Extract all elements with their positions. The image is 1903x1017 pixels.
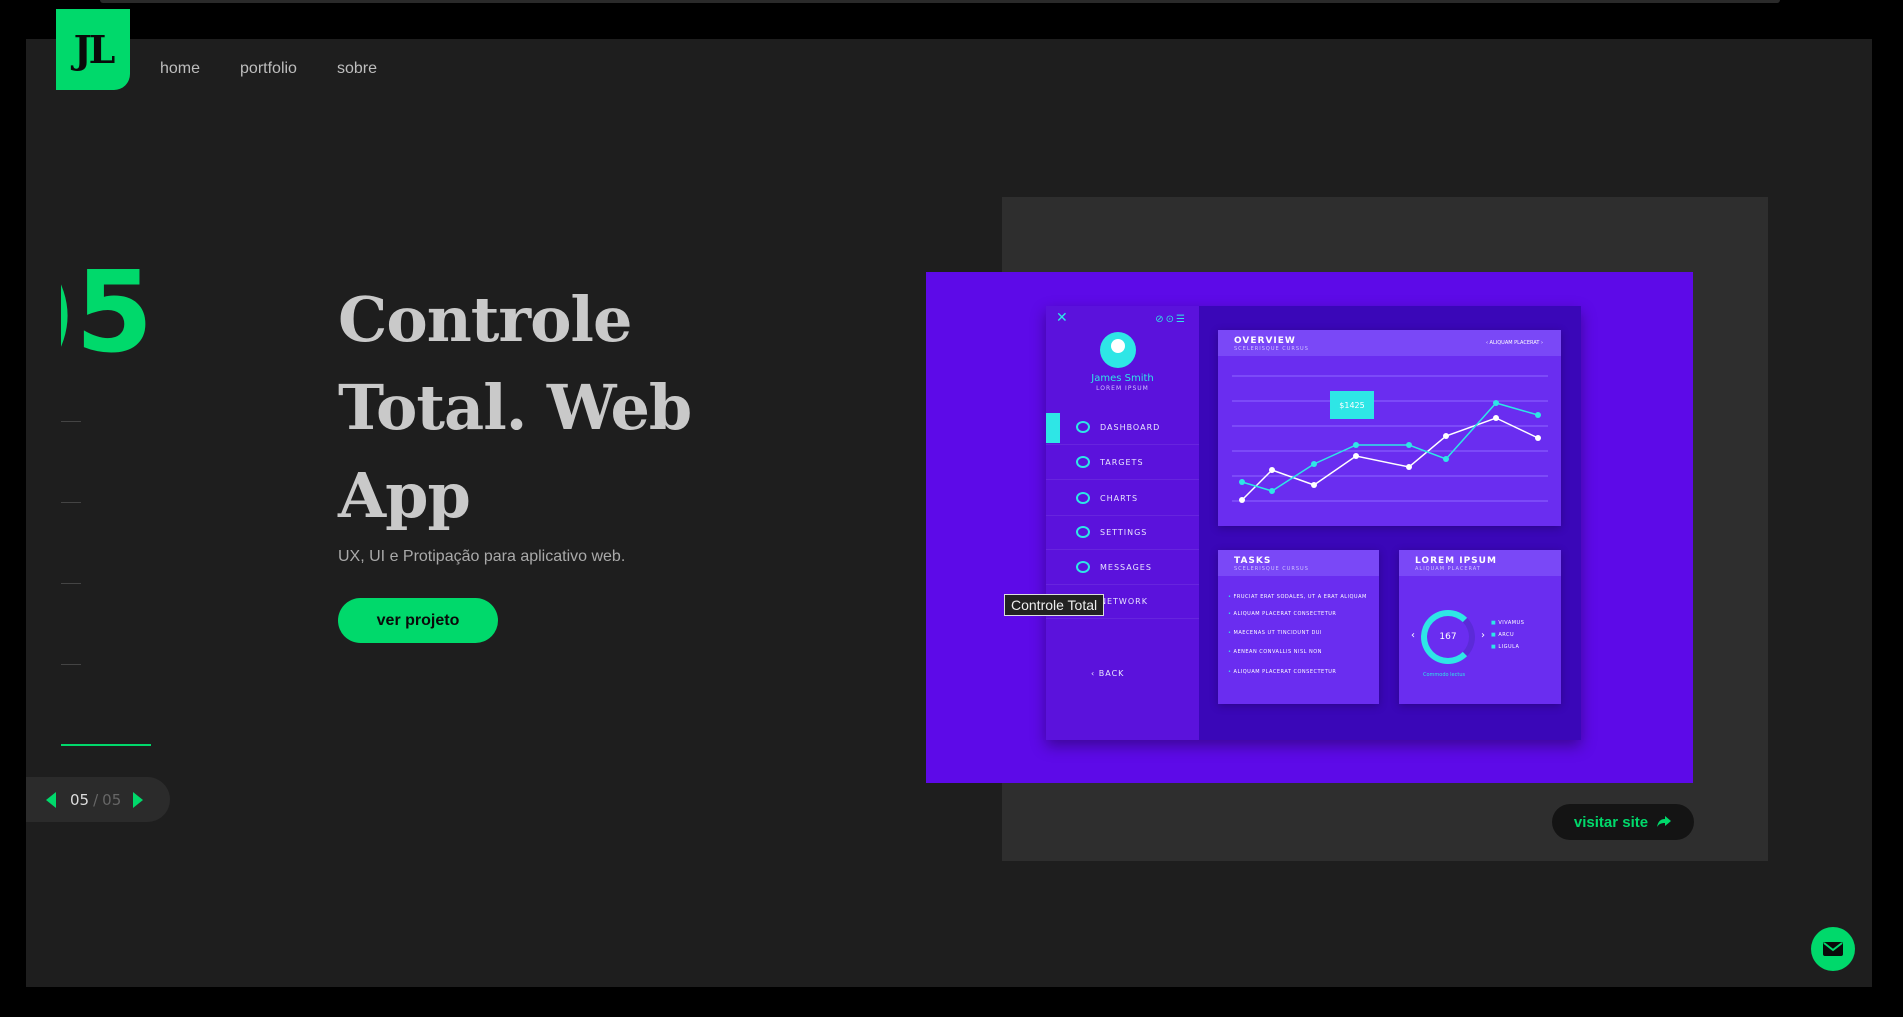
close-icon: ✕ <box>1056 310 1068 326</box>
mock-donut-caption: Commodo lectus <box>1423 672 1466 678</box>
chevron-left-icon: ‹ <box>1091 669 1099 678</box>
mock-legend-item: ARCU <box>1491 632 1514 638</box>
mock-menu-targets: TARGETS <box>1046 445 1199 480</box>
visit-site-label: visitar site <box>1573 813 1649 831</box>
triangle-right-icon[interactable] <box>133 791 144 808</box>
main-nav: home portfolio sobre <box>160 60 377 78</box>
slide-number: )5 <box>61 255 153 378</box>
view-project-button[interactable]: ver projeto <box>338 598 498 643</box>
mock-tasks-title: TASKS <box>1234 556 1272 566</box>
mock-task-item: ALIQUAM PLACERAT CONSECTETUR <box>1228 669 1336 675</box>
mock-user-name: James Smith <box>1091 373 1154 384</box>
mock-overview-nav: ‹ ALIQUAM PLACERAT › <box>1485 340 1543 346</box>
target-icon <box>1076 456 1090 468</box>
avatar <box>1100 332 1136 368</box>
mock-lorem-subtitle: ALIQUAM PLACERAT <box>1415 566 1481 572</box>
pager-separator: / <box>93 790 99 809</box>
gear-icon <box>1076 526 1090 538</box>
mock-menu-charts: CHARTS <box>1046 481 1199 516</box>
mock-overview-nav-label: ALIQUAM PLACERAT <box>1489 340 1540 346</box>
mock-price-tag: $1425 <box>1330 391 1374 419</box>
mock-donut: 167 <box>1421 610 1475 664</box>
mock-back: ‹ BACK <box>1091 669 1124 678</box>
mock-tasks-panel: TASKS SCELERISQUE CURSUS FRUCIAT ERAT SO… <box>1218 550 1379 704</box>
image-tooltip: Controle Total <box>1004 594 1105 616</box>
mock-overview-subtitle: SCELERISQUE CURSUS <box>1234 346 1309 352</box>
mock-menu-label: TARGETS <box>1100 457 1144 467</box>
mock-task-item: FRUCIAT ERAT SODALES, UT A ERAT ALIQUAM <box>1228 594 1367 600</box>
mock-menu-messages: MESSAGES <box>1046 550 1199 585</box>
slide-tick-active[interactable] <box>61 744 151 746</box>
slide-number-clip: )5 <box>61 255 171 380</box>
contact-mail-button[interactable] <box>1811 927 1855 971</box>
slide-tick-3[interactable] <box>61 583 81 584</box>
chevron-right-icon: › <box>1481 630 1485 641</box>
mock-menu-settings: SETTINGS <box>1046 515 1199 550</box>
project-title-line-2: Total. Web <box>338 371 692 444</box>
mock-menu-dashboard: DASHBOARD <box>1046 410 1199 445</box>
mock-overview-panel: OVERVIEW SCELERISQUE CURSUS ‹ ALIQUAM PL… <box>1218 330 1561 526</box>
bar-chart-icon <box>1076 492 1090 504</box>
pager-total: 05 <box>102 790 122 809</box>
mock-task-item: MAECENAS UT TINCIDUNT DUI <box>1228 630 1322 636</box>
mock-task-item: ALIQUAM PLACERAT CONSECTETUR <box>1228 611 1336 617</box>
mock-toolbar-icons: ⊘⊙☰ <box>1155 314 1187 325</box>
nav-sobre[interactable]: sobre <box>337 60 377 78</box>
nav-home[interactable]: home <box>160 60 200 78</box>
envelope-icon <box>1823 942 1843 956</box>
slide-tick-2[interactable] <box>61 502 81 503</box>
mock-user-role: LOREM IPSUM <box>1096 385 1149 392</box>
pager-current: 05 <box>70 790 90 809</box>
mock-tasks-subtitle: SCELERISQUE CURSUS <box>1234 566 1309 572</box>
nav-portfolio[interactable]: portfolio <box>240 60 297 78</box>
triangle-left-icon[interactable] <box>46 791 56 808</box>
chevron-left-icon: ‹ <box>1411 630 1415 641</box>
mock-menu-label: SETTINGS <box>1100 527 1148 537</box>
mock-line-chart <box>1232 375 1548 503</box>
project-title-line-1: Controle <box>338 283 632 356</box>
mock-lorem-panel: LOREM IPSUM ALIQUAM PLACERAT ‹ 167 › Com… <box>1399 550 1561 704</box>
envelope-icon <box>1076 561 1090 573</box>
slide-tick-1[interactable] <box>61 421 81 422</box>
mock-dashboard: ✕ ⊘⊙☰ James Smith LOREM IPSUM DASHBOARD … <box>1046 306 1581 740</box>
mock-back-label: BACK <box>1098 669 1125 678</box>
mock-lorem-title: LOREM IPSUM <box>1415 556 1497 566</box>
mock-sidebar: ✕ ⊘⊙☰ James Smith LOREM IPSUM DASHBOARD … <box>1046 306 1199 740</box>
mock-legend-item: VIVAMUS <box>1491 620 1524 626</box>
gauge-icon <box>1076 421 1090 433</box>
mock-legend-item: LIGULA <box>1491 644 1519 650</box>
logo[interactable]: JL <box>56 9 130 90</box>
slide-tick-4[interactable] <box>61 664 81 665</box>
project-title: Controle Total. Web App <box>338 276 758 540</box>
mock-menu-label: MESSAGES <box>1100 562 1152 572</box>
mock-task-item: AENEAN CONVALLIS NISL NON <box>1228 649 1322 655</box>
slide-pager: 05 / 05 <box>26 777 170 822</box>
mock-menu-label: NETWORK <box>1100 596 1148 606</box>
mock-overview-title: OVERVIEW <box>1234 336 1296 346</box>
mock-menu-label: CHARTS <box>1100 493 1139 503</box>
mock-menu-label: DASHBOARD <box>1100 422 1161 432</box>
project-title-line-3: App <box>338 459 471 532</box>
top-bar <box>100 0 1780 3</box>
visit-site-button[interactable]: visitar site <box>1552 804 1694 840</box>
project-subtitle: UX, UI e Protipação para aplicativo web. <box>338 548 626 565</box>
share-arrow-icon <box>1657 816 1672 827</box>
project-screenshot[interactable]: ✕ ⊘⊙☰ James Smith LOREM IPSUM DASHBOARD … <box>926 272 1693 783</box>
